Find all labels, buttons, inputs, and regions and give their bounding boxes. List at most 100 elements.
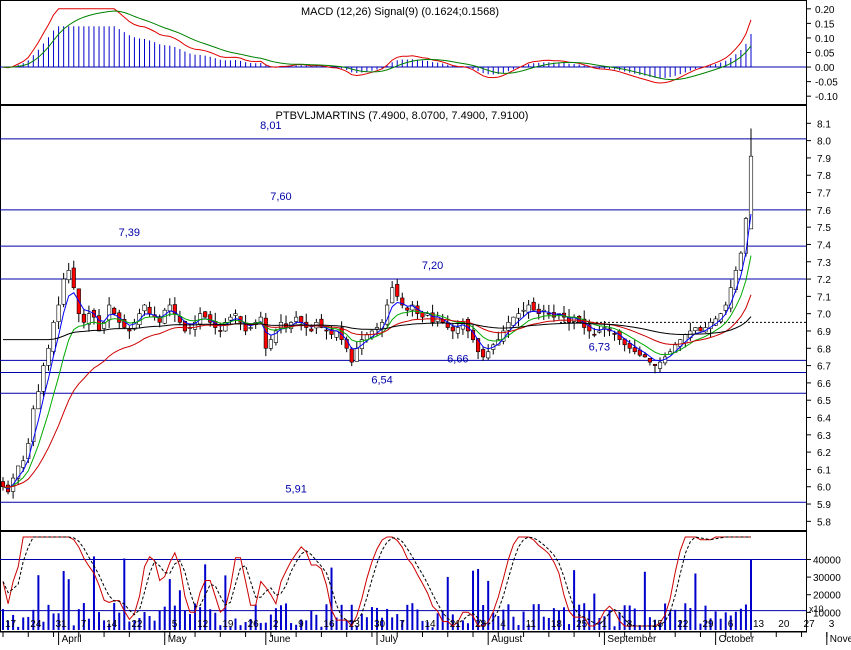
macd-y-tick-label: 0.00 [815, 63, 835, 74]
date-tick-label: 19 [222, 619, 234, 630]
month-tick-label: August [491, 634, 522, 645]
volume-bar [72, 625, 75, 630]
volume-bar [608, 610, 611, 630]
volume-bar [123, 558, 126, 630]
date-tick-label: 18 [551, 619, 563, 630]
candle-body [698, 327, 703, 332]
volume-bar [98, 612, 101, 630]
price-y-tick-label: 5.9 [817, 500, 831, 511]
volume-y-tick-label: 20000 [813, 591, 841, 602]
price-y-tick-label: 8.0 [817, 137, 831, 148]
candle-body [743, 218, 749, 254]
volume-multiplier-label: x10 [809, 604, 824, 614]
volume-bar [17, 626, 20, 630]
volume-bar [345, 620, 348, 630]
candle-body [203, 311, 208, 318]
date-tick-label: 8 [627, 619, 633, 630]
price-level-label: 7,60 [270, 191, 291, 203]
date-tick-label: 22 [131, 619, 143, 630]
date-tick-label: 30 [374, 619, 386, 630]
macd-y-tick-label: -0.05 [815, 78, 838, 89]
candle-body [81, 313, 86, 323]
price-y-tick-label: 6.9 [817, 327, 831, 338]
candle-body [36, 391, 41, 410]
volume-bar [87, 618, 90, 630]
date-tick-label: 5 [172, 619, 178, 630]
volume-bar [699, 623, 702, 630]
date-tick-label: 7 [399, 619, 405, 630]
volume-bar [593, 593, 596, 630]
candle-body [71, 267, 76, 289]
volume-bar [118, 612, 121, 630]
month-tick-label: May [168, 634, 187, 645]
candle-body [21, 460, 26, 468]
candle-body [632, 347, 637, 353]
volume-bar [466, 623, 469, 630]
candle-body [309, 328, 314, 332]
month-tick-label: April [62, 634, 82, 645]
date-tick-label: 23 [349, 619, 361, 630]
volume-bar [694, 573, 697, 630]
volume-bar [537, 604, 540, 630]
volume-bar [421, 620, 424, 630]
volume-bar [689, 608, 692, 630]
macd-panel-title: MACD (12,26) Signal(9) (0.1624;0.1568) [301, 6, 499, 18]
date-tick-label: 14 [106, 619, 118, 630]
date-tick-label: 14 [424, 619, 436, 630]
candle-body [455, 327, 460, 334]
volume-bar [264, 622, 267, 630]
candle-body [536, 308, 541, 314]
price-panel: 8,017,607,397,206,736,666,545,918.18.07.… [0, 119, 831, 528]
candle-body [147, 306, 152, 314]
candle-body [657, 361, 663, 369]
price-y-tick-label: 7.8 [817, 171, 831, 182]
volume-bar [613, 626, 616, 630]
volume-bar [563, 607, 565, 630]
date-tick-label: 1 [601, 619, 607, 630]
volume-bar [416, 609, 419, 630]
candle-body [354, 347, 359, 362]
macd-y-tick-label: 0.20 [815, 5, 835, 16]
date-tick-label: 15 [652, 619, 664, 630]
candle-body [167, 304, 172, 312]
price-panel-title: PTBVLJMARTINS (7.4900, 8.0700, 7.4900, 7… [276, 110, 529, 122]
macd-y-tick-label: 0.15 [815, 19, 835, 30]
volume-bar [194, 603, 197, 630]
candle-body [324, 329, 329, 332]
volume-bar [295, 624, 298, 630]
volume-bar [153, 620, 156, 630]
date-tick-label: 24 [30, 619, 42, 630]
candle-body [66, 270, 71, 281]
price-level-label: 5,91 [285, 483, 306, 495]
volume-bar [234, 618, 237, 630]
date-tick-label: 29 [702, 619, 714, 630]
macd-y-tick-label: 0.10 [815, 34, 835, 45]
macd-y-tick-label: 0.05 [815, 49, 835, 60]
volume-bar [244, 622, 247, 630]
volume-bar [214, 612, 217, 630]
date-tick-label: 25 [576, 619, 588, 630]
date-tick-label: 26 [248, 619, 260, 630]
date-tick-label: 11 [526, 619, 537, 630]
month-tick-label: October [719, 634, 755, 645]
price-level-label: 7,39 [119, 227, 140, 239]
candle-body [294, 316, 299, 322]
date-tick-label: 4 [500, 619, 506, 630]
volume-bar [573, 570, 576, 630]
price-y-tick-label: 6.4 [817, 414, 831, 425]
volume-bar [406, 604, 409, 630]
candle-body [526, 304, 531, 313]
volume-bar [103, 620, 106, 630]
candle-body [395, 284, 400, 297]
candle-body [405, 307, 410, 311]
month-tick-label: November [830, 634, 851, 645]
price-y-tick-label: 8.1 [817, 119, 831, 130]
volume-bar [633, 608, 636, 630]
price-y-tick-label: 7.5 [817, 223, 831, 234]
month-tick-label: September [607, 634, 657, 645]
price-y-tick-label: 5.8 [817, 517, 831, 528]
volume-bar [290, 623, 293, 630]
candle-body [31, 408, 36, 443]
volume-bar [143, 612, 146, 630]
volume-bar [178, 590, 181, 630]
